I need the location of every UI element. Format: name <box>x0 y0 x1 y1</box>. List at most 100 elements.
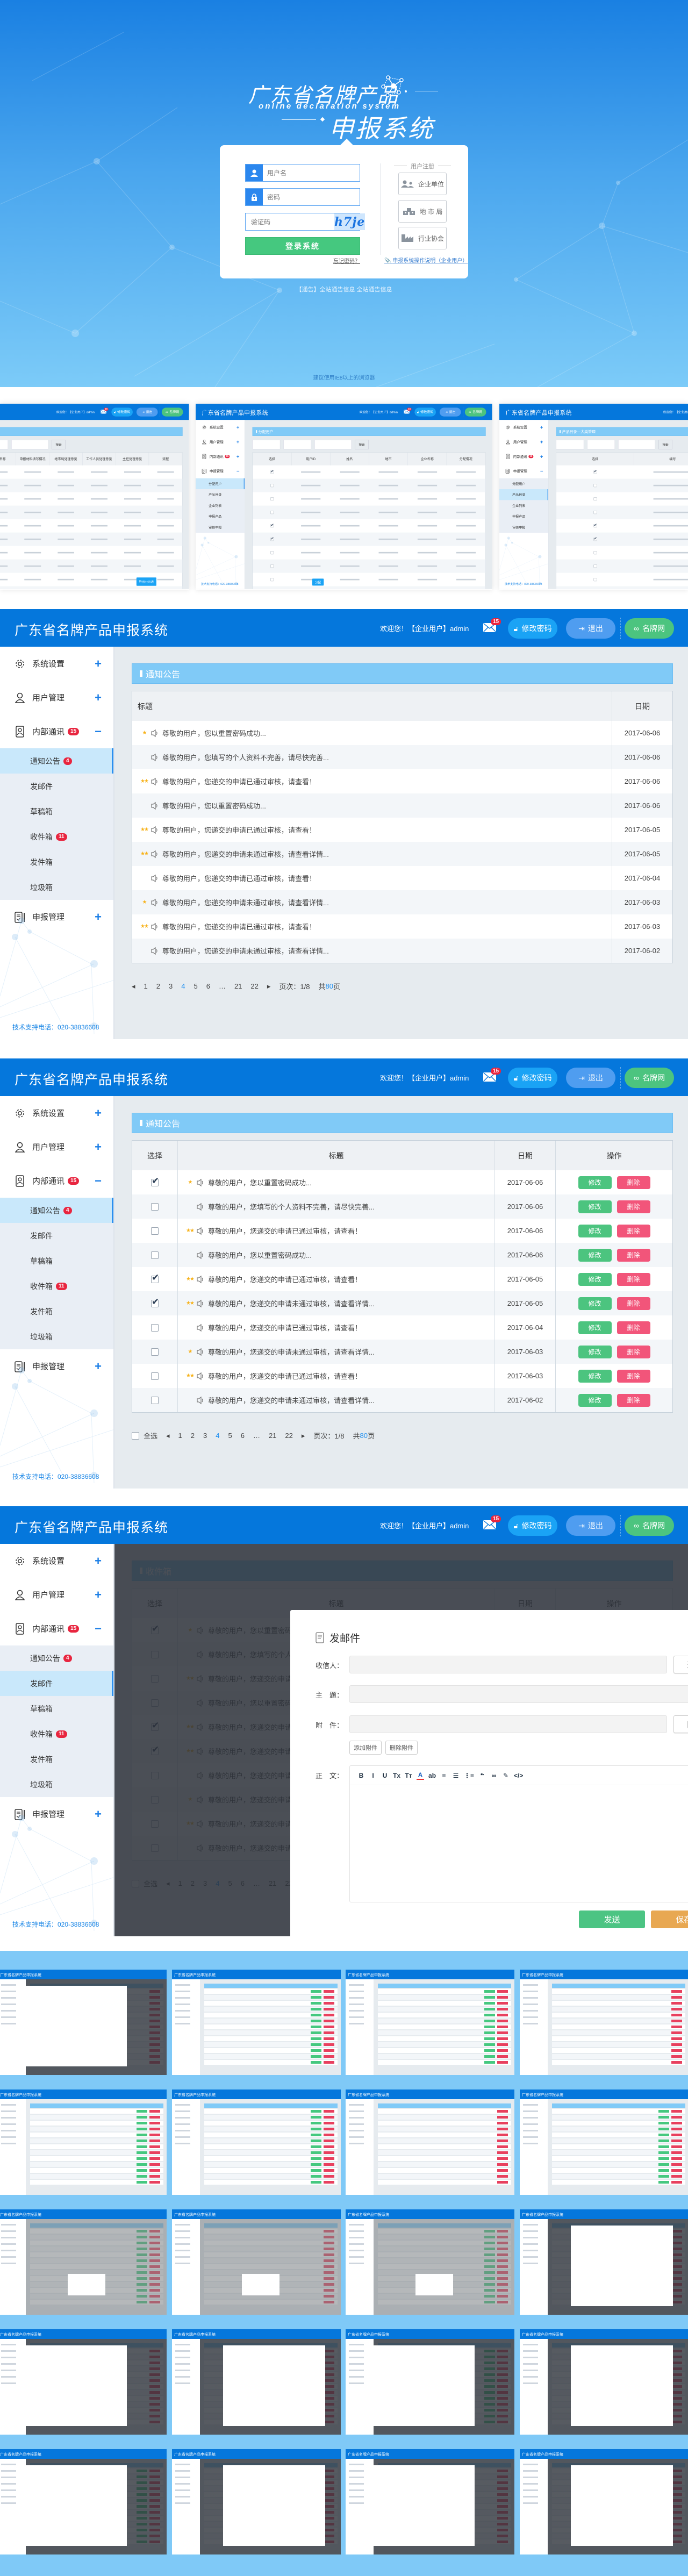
filter-select[interactable] <box>283 440 312 449</box>
edit-button[interactable]: 修改 <box>578 1393 612 1407</box>
expand-icon[interactable]: + <box>236 453 240 459</box>
expand-icon[interactable]: + <box>236 439 240 445</box>
filter-select[interactable] <box>0 440 9 449</box>
sidebar-item[interactable]: 发件箱 <box>0 849 113 875</box>
row-checkbox[interactable] <box>270 469 274 474</box>
table-row[interactable]: ★★ 尊敬的用户，您递交的申请已通过审核，请查看！ 2017-06-03 修改删除 <box>132 1364 672 1388</box>
brand-site-button[interactable]: ∞ 名牌网 <box>161 407 183 417</box>
select-all-checkbox[interactable] <box>132 1432 139 1440</box>
row-checkbox[interactable] <box>151 1348 159 1356</box>
filter-select[interactable] <box>587 440 615 449</box>
notice-title-link[interactable]: 尊敬的用户，您以重置密码成功... <box>162 728 266 738</box>
table-row[interactable]: 尊敬的用户，您以重置密码成功... 2017-06-06 <box>132 793 672 818</box>
logout-button[interactable]: ⇥ 退出 <box>566 1515 615 1536</box>
page-link[interactable]: 22 <box>285 1432 292 1440</box>
table-row[interactable] <box>0 532 183 546</box>
prev-page-icon[interactable]: ◂ <box>132 982 135 991</box>
sidebar-group-clipboard[interactable]: 申报管理 − <box>196 464 245 478</box>
collapse-icon[interactable]: − <box>95 1622 102 1636</box>
assign-button[interactable]: 分配 <box>312 578 324 586</box>
notice-title-link[interactable]: 尊敬的用户，您递交的申请已通过审核，请查看！ <box>162 776 316 786</box>
sidebar-group-clipboard[interactable]: 申报管理 − <box>499 464 548 478</box>
underline-icon[interactable]: U <box>381 1772 389 1779</box>
table-row[interactable] <box>556 532 688 546</box>
mail-button[interactable]: 15 <box>483 618 501 632</box>
page-link[interactable]: 3 <box>169 982 173 990</box>
captcha-image[interactable]: h7je <box>334 213 366 230</box>
table-row[interactable] <box>0 519 182 533</box>
expand-icon[interactable]: + <box>95 1554 102 1568</box>
expand-icon[interactable]: + <box>540 453 543 459</box>
gallery-thumbnail[interactable]: 广东省名牌产品申报系统 <box>0 2329 167 2435</box>
sidebar-item[interactable]: 发件箱 <box>0 1747 113 1772</box>
search-input[interactable] <box>11 440 49 449</box>
row-checkbox[interactable] <box>593 497 597 501</box>
sidebar-item[interactable]: 发邮件 <box>0 774 113 799</box>
gallery-thumbnail[interactable]: 广东省名牌产品申报系统 <box>0 2209 167 2315</box>
highlight-icon[interactable]: ab <box>428 1772 436 1779</box>
edit-button[interactable]: 修改 <box>578 1224 612 1237</box>
table-row[interactable] <box>556 478 688 492</box>
table-row[interactable] <box>253 505 486 519</box>
table-row[interactable] <box>556 505 688 519</box>
clear-format-icon[interactable]: Tx <box>393 1772 400 1779</box>
row-checkbox[interactable] <box>593 551 597 555</box>
gallery-thumbnail[interactable]: 广东省名牌产品申报系统 <box>172 1970 341 2075</box>
page-link[interactable]: 21 <box>234 982 242 990</box>
table-row[interactable] <box>556 559 688 573</box>
table-row[interactable] <box>556 519 688 533</box>
row-checkbox[interactable] <box>151 1176 159 1186</box>
brand-site-button[interactable]: ∞ 名牌网 <box>625 618 674 639</box>
table-row[interactable]: ★ 尊敬的用户，您递交的申请未通过审核，请查看详情... 2017-06-03 修改删… <box>132 1340 672 1364</box>
sidebar-item[interactable]: 垃圾箱 <box>0 1324 113 1349</box>
gallery-thumbnail[interactable]: 广东省名牌产品申报系统 <box>172 2209 341 2315</box>
notice-title-link[interactable]: 尊敬的用户，您递交的申请已通过审核，请查看！ <box>162 825 316 835</box>
search-button[interactable]: 搜索 <box>355 440 369 449</box>
table-row[interactable] <box>556 466 688 479</box>
notice-title-link[interactable]: 尊敬的用户，您填写的个人资料不完善，请尽快完善... <box>162 752 329 762</box>
sidebar-item[interactable]: 收件箱 11 <box>0 1273 113 1299</box>
sidebar-item[interactable]: 垃圾箱 <box>0 875 113 900</box>
font-color-icon[interactable]: A <box>417 1771 425 1780</box>
gallery-thumbnail[interactable]: 广东省名牌产品申报系统 <box>0 2449 167 2554</box>
send-button[interactable]: 发送 <box>579 1910 645 1928</box>
attachment-button[interactable]: 附件 <box>673 1715 688 1733</box>
row-checkbox[interactable] <box>151 1372 159 1380</box>
sidebar-group-user[interactable]: 用户管理 + <box>196 434 245 449</box>
collapse-icon[interactable]: − <box>95 1174 102 1188</box>
sidebar-item[interactable]: 产品目录 <box>499 489 548 500</box>
numbered-list-icon[interactable]: ⋮≡ <box>464 1772 474 1779</box>
bold-icon[interactable]: B <box>357 1772 365 1779</box>
collapse-icon[interactable]: − <box>236 468 240 474</box>
next-page-icon[interactable]: ▸ <box>267 982 271 991</box>
remove-attachment-button[interactable]: 删除附件 <box>385 1741 418 1755</box>
page-link[interactable]: 6 <box>206 982 210 990</box>
notice-title-link[interactable]: 尊敬的用户，您递交的申请已通过审核，请查看！ <box>208 1226 362 1236</box>
gallery-thumbnail[interactable]: 广东省名牌产品申报系统 <box>0 1970 167 2075</box>
sidebar-item[interactable]: 收件箱 11 <box>0 1721 113 1747</box>
expand-icon[interactable]: + <box>540 439 543 445</box>
sidebar-group-gear[interactable]: 系统设置 + <box>0 1096 113 1130</box>
sidebar-group-user[interactable]: 用户管理 + <box>499 434 548 449</box>
table-row[interactable]: 尊敬的用户，您递交的申请已通过审核，请查看！ 2017-06-04 修改删除 <box>132 1315 672 1340</box>
sidebar-item[interactable]: 通知公告 4 <box>0 1645 113 1671</box>
table-row[interactable]: ★ 尊敬的用户，您以重置密码成功... 2017-06-06 修改删除 <box>132 1170 672 1194</box>
sidebar-item[interactable]: 草稿箱 <box>0 1248 113 1273</box>
delete-button[interactable]: 删除 <box>617 1224 650 1237</box>
page-link[interactable]: 5 <box>194 982 197 990</box>
table-row[interactable]: 尊敬的用户，您递交的申请未通过审核，请查看详情... 2017-06-02 <box>132 939 672 963</box>
expand-icon[interactable]: + <box>95 1140 102 1154</box>
row-checkbox[interactable] <box>151 1297 159 1307</box>
captcha-field[interactable]: h7je <box>245 213 366 231</box>
page-link[interactable]: 1 <box>144 982 148 990</box>
table-row[interactable] <box>0 466 182 479</box>
italic-icon[interactable]: I <box>369 1772 377 1779</box>
row-checkbox[interactable] <box>593 523 597 528</box>
table-row[interactable] <box>253 478 486 492</box>
delete-button[interactable]: 删除 <box>617 1272 650 1286</box>
logout-button[interactable]: ⇥ 退出 <box>439 407 461 417</box>
gallery-thumbnail[interactable]: 广东省名牌产品申报系统 <box>172 2449 341 2554</box>
row-checkbox[interactable] <box>270 551 274 555</box>
notice-title-link[interactable]: 尊敬的用户，您递交的申请未通过审核，请查看详情... <box>208 1298 375 1308</box>
logout-button[interactable]: ⇥ 退出 <box>566 618 615 639</box>
